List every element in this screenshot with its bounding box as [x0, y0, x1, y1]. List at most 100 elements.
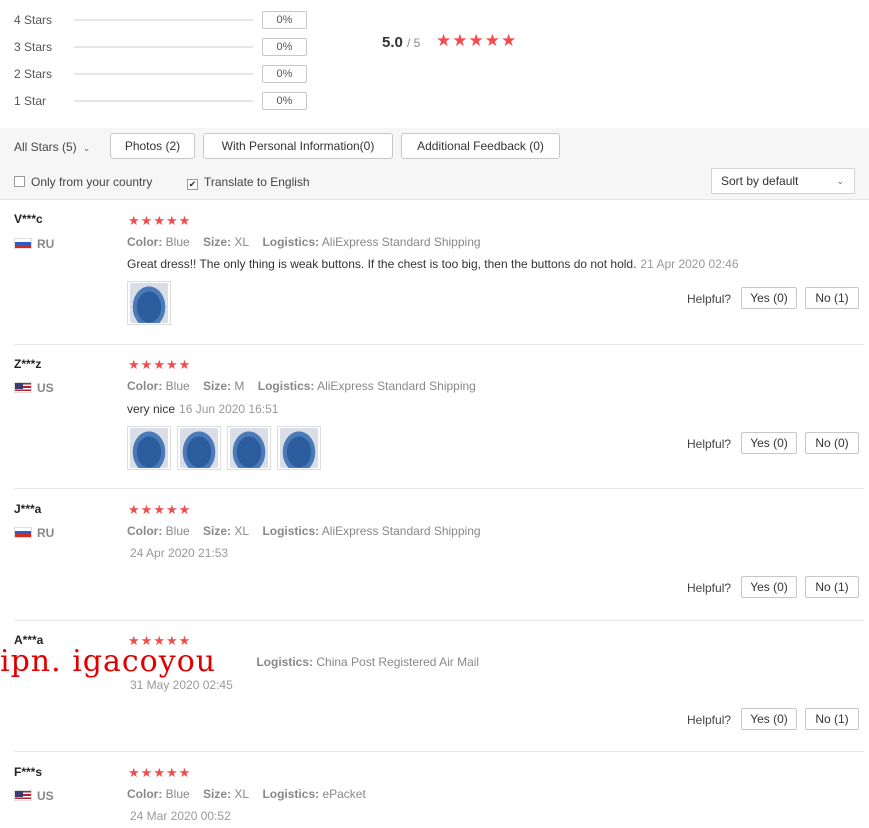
reviewer-name: J***a [14, 502, 42, 516]
size-value: XL [234, 524, 250, 538]
star-icon: ★ [128, 357, 140, 372]
country-code: US [37, 381, 54, 395]
reviewer-country: RU [14, 526, 54, 540]
checkbox-icon[interactable] [14, 176, 25, 187]
star-icon: ★ [140, 213, 153, 228]
review-divider [14, 751, 864, 752]
size-label: Size: [203, 235, 232, 249]
review-divider [14, 344, 864, 345]
review-stars: ★★★★★ [128, 214, 191, 228]
review-date: 24 Apr 2020 21:53 [130, 546, 229, 560]
logistics-value: AliExpress Standard Shipping [321, 235, 481, 249]
rating-row-bar [74, 100, 253, 102]
rating-row-3[interactable]: 3 Stars 0% [14, 37, 314, 57]
color-value: Blue [165, 235, 190, 249]
helpful-label: Helpful? [687, 437, 732, 451]
star-icon: ★ [128, 213, 140, 228]
rating-row-label: 4 Stars [14, 13, 53, 27]
reviewer-name: Z***z [14, 357, 42, 371]
logistics-label: Logistics: [262, 524, 320, 538]
helpful-no-button[interactable]: No (0) [805, 432, 859, 454]
review-stars: ★★★★★ [128, 358, 191, 372]
country-code: RU [37, 237, 55, 251]
helpful-yes-button[interactable]: Yes (0) [741, 708, 797, 730]
star-icon: ★ [178, 502, 191, 517]
review-photo-thumbnail[interactable] [127, 281, 171, 325]
country-code: RU [37, 526, 55, 540]
color-value: Blue [165, 379, 190, 393]
helpful-no-button[interactable]: No (1) [805, 287, 859, 309]
chevron-down-icon: ⌄ [82, 143, 91, 153]
only-country-checkbox[interactable]: Only from your country [14, 175, 152, 189]
rating-row-4[interactable]: 4 Stars 0% [14, 10, 314, 30]
star-icon: ★ [165, 765, 178, 780]
logistics-label: Logistics: [257, 379, 315, 393]
average-stars: ★★★★★ [436, 32, 517, 49]
review-photo-thumbnail[interactable] [227, 426, 271, 470]
star-icon: ★ [178, 765, 191, 780]
score-max: / 5 [407, 36, 421, 50]
sort-select[interactable]: Sort by default ⌄ [711, 168, 855, 194]
helpful-yes-button[interactable]: Yes (0) [741, 287, 797, 309]
chevron-down-icon: ⌄ [836, 176, 844, 186]
size-label: Size: [203, 787, 232, 801]
helpful-no-button[interactable]: No (1) [805, 576, 859, 598]
translate-checkbox[interactable]: ✔ Translate to English [187, 175, 310, 190]
star-icon: ★ [501, 31, 517, 50]
logistics-value: China Post Registered Air Mail [316, 655, 480, 669]
review-attributes: Color: Blue Size: XL Logistics: AliExpre… [127, 524, 481, 538]
personal-info-filter-button[interactable]: With Personal Information(0) [203, 133, 393, 159]
review-body: very nice [127, 402, 176, 416]
star-icon: ★ [165, 213, 178, 228]
rating-row-percent: 0% [262, 11, 307, 29]
rating-row-percent: 0% [262, 65, 307, 83]
all-stars-label: All Stars (5) [14, 140, 77, 154]
review-photo-thumbnail[interactable] [177, 426, 221, 470]
reviewer-name: V***c [14, 212, 43, 226]
rating-row-percent: 0% [262, 38, 307, 56]
logistics-value: AliExpress Standard Shipping [317, 379, 476, 393]
star-icon: ★ [140, 502, 153, 517]
sort-value: Sort by default [721, 174, 799, 188]
all-stars-dropdown[interactable]: All Stars (5) ⌄ [14, 140, 90, 154]
russia-flag-icon [14, 527, 32, 538]
star-icon: ★ [128, 765, 140, 780]
reviewer-country: US [14, 381, 54, 395]
average-score: 5.0 [382, 34, 403, 51]
color-value: Blue [165, 524, 190, 538]
review-divider [14, 620, 864, 621]
review-attributes: Color: Blue Size: XL Logistics: ePacket [127, 787, 366, 801]
photos-filter-button[interactable]: Photos (2) [110, 133, 195, 159]
reviewer-country: RU [14, 237, 54, 251]
rating-row-percent: 0% [262, 92, 307, 110]
us-flag-icon [14, 790, 32, 801]
logistics-label: Logistics: [262, 787, 320, 801]
star-icon: ★ [468, 31, 484, 50]
size-label: Size: [203, 379, 232, 393]
review-photos [127, 281, 171, 325]
rating-row-1[interactable]: 1 Star 0% [14, 91, 314, 111]
additional-feedback-button[interactable]: Additional Feedback (0) [401, 133, 560, 159]
size-value: XL [234, 235, 250, 249]
star-icon: ★ [165, 357, 178, 372]
helpful-yes-button[interactable]: Yes (0) [741, 576, 797, 598]
rating-row-2[interactable]: 2 Stars 0% [14, 64, 314, 84]
helpful-no-button[interactable]: No (1) [805, 708, 859, 730]
review-date: 24 Mar 2020 00:52 [130, 809, 231, 823]
only-country-label: Only from your country [31, 175, 153, 189]
review-photos [127, 426, 321, 470]
rating-row-bar [74, 46, 253, 48]
review-date: 31 May 2020 02:45 [130, 678, 233, 692]
logistics-value: AliExpress Standard Shipping [321, 524, 481, 538]
review-photo-thumbnail[interactable] [277, 426, 321, 470]
review-attributes: Color: Blue Size: M Logistics: AliExpres… [127, 379, 476, 393]
review-photo-thumbnail[interactable] [127, 426, 171, 470]
size-label: Size: [203, 524, 232, 538]
color-label: Color: [127, 379, 163, 393]
star-icon: ★ [140, 765, 153, 780]
rating-summary: 4 Stars 0% 3 Stars 0% 2 Stars 0% 1 Star … [0, 0, 869, 128]
reviewer-name: F***s [14, 765, 43, 779]
checkbox-icon[interactable]: ✔ [187, 179, 198, 190]
star-icon: ★ [128, 502, 140, 517]
helpful-yes-button[interactable]: Yes (0) [741, 432, 797, 454]
